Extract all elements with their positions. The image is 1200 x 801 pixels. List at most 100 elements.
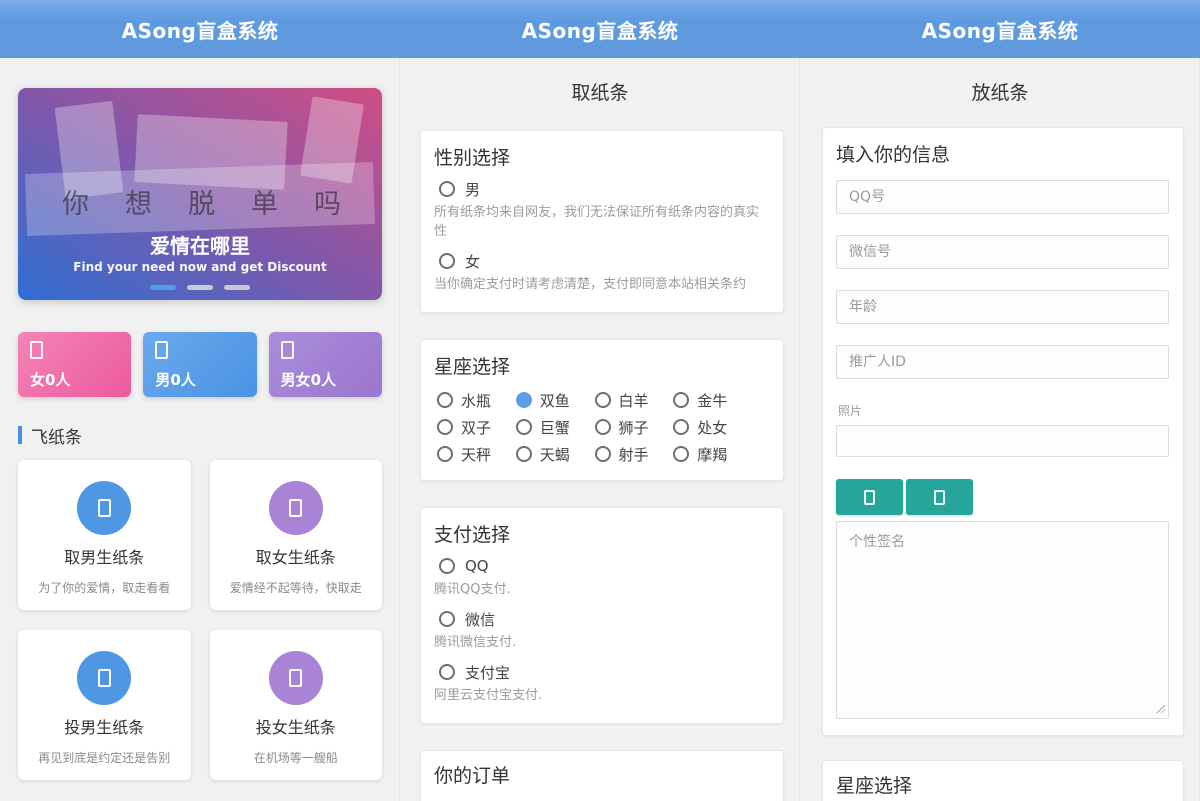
radio-icon[interactable] [439, 253, 455, 269]
app-title: ASong盲盒系统 [122, 15, 279, 44]
radio-icon[interactable] [439, 611, 455, 627]
option-note: 腾讯QQ支付. [434, 580, 769, 599]
signature-textarea[interactable] [836, 521, 1169, 719]
radio-icon[interactable] [437, 419, 453, 435]
card-take-female-note[interactable]: 取女生纸条 爱情经不起等待，快取走 [210, 460, 383, 610]
card-subtitle: 爱情经不起等待，快取走 [210, 579, 383, 596]
carousel-dot[interactable] [187, 285, 213, 290]
wechat-id-input[interactable] [836, 235, 1169, 269]
photo-field-label: 照片 [838, 403, 1169, 420]
card-title: 填入你的信息 [836, 144, 1169, 166]
section-accent-bar [18, 426, 22, 444]
zodiac-select-card: 星座选择 水瓶 双鱼 白羊 金牛 双子 巨蟹 狮子 处女 天秤 天蝎 射手 摩羯 [420, 339, 784, 481]
option-label[interactable]: 处女 [697, 417, 727, 438]
radio-icon[interactable] [516, 392, 532, 408]
gender-option-female[interactable]: 女 [434, 251, 769, 271]
radio-icon[interactable] [595, 419, 611, 435]
option-label[interactable]: 支付宝 [465, 662, 510, 683]
option-label[interactable]: 天蝎 [540, 444, 570, 465]
option-label[interactable]: 金牛 [697, 390, 727, 411]
card-subtitle: 为了你的爱情，取走看看 [18, 579, 191, 596]
radio-icon[interactable] [595, 392, 611, 408]
gender-select-card: 性别选择 男 所有纸条均来自网友，我们无法保证所有纸条内容的真实性 女 当你确定… [420, 130, 784, 313]
zodiac-option-libra[interactable]: 天秤 [434, 444, 513, 464]
radio-icon[interactable] [595, 446, 611, 462]
payment-option-alipay[interactable]: 支付宝 [434, 662, 769, 682]
radio-icon[interactable] [673, 419, 689, 435]
stat-card-female: 女0人 [18, 332, 131, 397]
option-label[interactable]: 摩羯 [697, 444, 727, 465]
payment-option-qq[interactable]: QQ [434, 556, 769, 576]
option-label[interactable]: 水瓶 [461, 390, 491, 411]
stats-row: 女0人 男0人 男女0人 [18, 332, 382, 397]
stat-card-both: 男女0人 [269, 332, 382, 397]
card-title: 取女生纸条 [210, 548, 383, 568]
option-label[interactable]: 男 [465, 179, 480, 200]
radio-icon[interactable] [439, 181, 455, 197]
card-title: 支付选择 [434, 524, 769, 546]
option-label[interactable]: 白羊 [619, 390, 649, 411]
radio-icon[interactable] [673, 392, 689, 408]
zodiac-option-capricorn[interactable]: 摩羯 [670, 444, 749, 464]
zodiac-option-leo[interactable]: 狮子 [592, 417, 671, 437]
zodiac-option-scorpio[interactable]: 天蝎 [513, 444, 592, 464]
card-put-male-note[interactable]: 投男生纸条 再见到底是约定还是告别 [18, 630, 191, 780]
female-note-icon [269, 481, 323, 535]
radio-icon[interactable] [673, 446, 689, 462]
missing-glyph-icon [30, 341, 43, 359]
carousel-dots [18, 285, 382, 290]
zodiac-option-aquarius[interactable]: 水瓶 [434, 390, 513, 410]
option-label[interactable]: 微信 [465, 609, 495, 630]
option-note: 腾讯微信支付. [434, 633, 769, 652]
card-take-male-note[interactable]: 取男生纸条 为了你的爱情，取走看看 [18, 460, 191, 610]
album-upload-button[interactable] [906, 479, 973, 515]
zodiac-select-card: 星座选择 [822, 760, 1184, 801]
missing-glyph-icon [934, 490, 945, 505]
camera-upload-button[interactable] [836, 479, 903, 515]
stat-label: 女0人 [30, 369, 119, 390]
zodiac-option-gemini[interactable]: 双子 [434, 417, 513, 437]
zodiac-option-pisces[interactable]: 双鱼 [513, 390, 592, 410]
panel-put-note: ASong盲盒系统 放纸条 填入你的信息 照片 星座选择 [800, 0, 1200, 801]
carousel-dot[interactable] [150, 285, 176, 290]
payment-option-wechat[interactable]: 微信 [434, 609, 769, 629]
order-card: 你的订单 [420, 750, 784, 801]
hero-carousel[interactable]: 你想脱单吗 爱情在哪里 Find your need now and get D… [18, 88, 382, 300]
missing-glyph-icon [289, 669, 302, 687]
zodiac-option-aries[interactable]: 白羊 [592, 390, 671, 410]
photo-input[interactable] [836, 425, 1169, 457]
carousel-dot[interactable] [224, 285, 250, 290]
radio-icon[interactable] [516, 419, 532, 435]
missing-glyph-icon [98, 669, 111, 687]
radio-icon[interactable] [437, 392, 453, 408]
female-note-icon [269, 651, 323, 705]
option-note: 所有纸条均来自网友，我们无法保证所有纸条内容的真实性 [434, 203, 769, 241]
card-put-female-note[interactable]: 投女生纸条 在机场等一艘船 [210, 630, 383, 780]
option-label[interactable]: 射手 [619, 444, 649, 465]
app-header: ASong盲盒系统 [400, 0, 800, 58]
zodiac-option-sagittarius[interactable]: 射手 [592, 444, 671, 464]
zodiac-option-cancer[interactable]: 巨蟹 [513, 417, 592, 437]
age-input[interactable] [836, 290, 1169, 324]
referrer-id-input[interactable] [836, 345, 1169, 379]
zodiac-grid: 水瓶 双鱼 白羊 金牛 双子 巨蟹 狮子 处女 天秤 天蝎 射手 摩羯 [434, 390, 769, 464]
zodiac-option-taurus[interactable]: 金牛 [670, 390, 749, 410]
zodiac-option-virgo[interactable]: 处女 [670, 417, 749, 437]
option-label[interactable]: QQ [465, 557, 489, 575]
missing-glyph-icon [281, 341, 294, 359]
panel-take-note: ASong盲盒系统 取纸条 性别选择 男 所有纸条均来自网友，我们无法保证所有纸… [400, 0, 800, 801]
radio-icon[interactable] [439, 558, 455, 574]
option-label[interactable]: 狮子 [619, 417, 649, 438]
radio-icon[interactable] [437, 446, 453, 462]
qq-number-input[interactable] [836, 180, 1169, 214]
radio-icon[interactable] [439, 664, 455, 680]
gender-option-male[interactable]: 男 [434, 179, 769, 199]
option-label[interactable]: 女 [465, 251, 480, 272]
radio-icon[interactable] [516, 446, 532, 462]
option-label[interactable]: 巨蟹 [540, 417, 570, 438]
option-label[interactable]: 天秤 [461, 444, 491, 465]
app-header: ASong盲盒系统 [800, 0, 1200, 58]
option-label[interactable]: 双鱼 [540, 390, 570, 411]
hero-photo-text: 你想脱单吗 [62, 182, 377, 221]
option-label[interactable]: 双子 [461, 417, 491, 438]
